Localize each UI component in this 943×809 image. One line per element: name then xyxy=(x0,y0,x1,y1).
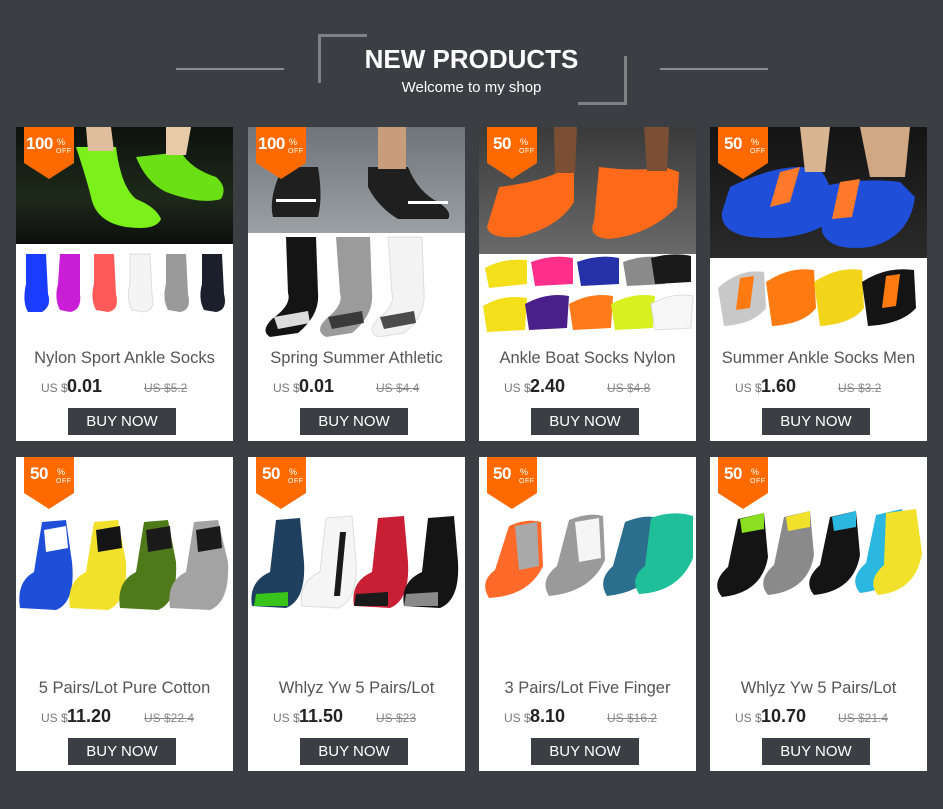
currency-label: US $ xyxy=(41,711,68,725)
product-name[interactable]: Summer Ankle Socks Men xyxy=(710,349,927,368)
original-price: US $5.2 xyxy=(144,381,188,395)
currency-label: US $ xyxy=(735,711,762,725)
price-row: US $ 11.50 US $23 xyxy=(248,706,465,728)
sale-price: 2.40 xyxy=(530,376,566,396)
buy-now-button[interactable]: BUY NOW xyxy=(68,738,176,765)
product-name[interactable]: Ankle Boat Socks Nylon xyxy=(479,349,696,368)
product-image[interactable]: 50 % OFF xyxy=(16,457,233,667)
original-price: US $21.4 xyxy=(838,711,889,725)
original-price: US $23 xyxy=(376,711,417,725)
product-image[interactable]: 100 % OFF xyxy=(248,127,465,337)
discount-badge: 50 % OFF xyxy=(718,457,768,509)
product-name[interactable]: Nylon Sport Ankle Socks xyxy=(16,349,233,368)
currency-label: US $ xyxy=(273,381,300,395)
section-subtitle: Welcome to my shop xyxy=(401,79,542,96)
original-price: US $4.8 xyxy=(607,381,651,395)
product-card[interactable]: 50 % OFF Summer Ankle Socks Men US $ 1.6… xyxy=(710,127,927,441)
discount-badge: 50 % OFF xyxy=(718,127,768,179)
discount-badge: 50 % OFF xyxy=(24,457,74,509)
sale-price: 1.60 xyxy=(761,376,797,396)
product-name[interactable]: Spring Summer Athletic xyxy=(248,349,465,368)
buy-now-button[interactable]: BUY NOW xyxy=(762,738,870,765)
section-title: NEW PRODUCTS xyxy=(364,44,579,74)
original-price: US $16.2 xyxy=(607,711,658,725)
price-row: US $ 1.60 US $3.2 xyxy=(710,376,927,398)
sale-price: 11.50 xyxy=(299,706,344,726)
product-name[interactable]: 3 Pairs/Lot Five Finger xyxy=(479,679,696,698)
discount-badge: 100 % OFF xyxy=(256,127,306,179)
product-card[interactable]: 50 % OFF Ankle Boat Socks Nylon US $ 2.4… xyxy=(479,127,696,441)
discount-badge: 100 % OFF xyxy=(24,127,74,179)
sale-price: 8.10 xyxy=(530,706,566,726)
discount-badge: 50 % OFF xyxy=(487,457,537,509)
product-name[interactable]: Whlyz Yw 5 Pairs/Lot xyxy=(710,679,927,698)
price-row: US $ 10.70 US $21.4 xyxy=(710,706,927,728)
original-price: US $3.2 xyxy=(838,381,882,395)
product-card[interactable]: 50 % OFF 5 Pairs/Lot Pure Cotton US $ 11… xyxy=(16,457,233,771)
currency-label: US $ xyxy=(41,381,68,395)
product-card[interactable]: 50 % OFF 3 Pairs/Lot Five Finger US $ 8.… xyxy=(479,457,696,771)
buy-now-button[interactable]: BUY NOW xyxy=(300,408,408,435)
original-price: US $4.4 xyxy=(376,381,420,395)
price-row: US $ 0.01 US $5.2 xyxy=(16,376,233,398)
product-image[interactable]: 50 % OFF xyxy=(248,457,465,667)
product-name[interactable]: Whlyz Yw 5 Pairs/Lot xyxy=(248,679,465,698)
buy-now-button[interactable]: BUY NOW xyxy=(300,738,408,765)
product-image[interactable]: 50 % OFF xyxy=(710,457,927,667)
product-image[interactable]: 100 % OFF xyxy=(16,127,233,337)
product-image[interactable]: 50 % OFF xyxy=(710,127,927,337)
sale-price: 11.20 xyxy=(67,706,112,726)
discount-badge: 50 % OFF xyxy=(487,127,537,179)
sale-price: 0.01 xyxy=(67,376,103,396)
sale-price: 10.70 xyxy=(761,706,807,726)
currency-label: US $ xyxy=(735,381,762,395)
currency-label: US $ xyxy=(504,711,531,725)
price-row: US $ 11.20 US $22.4 xyxy=(16,706,233,728)
price-row: US $ 2.40 US $4.8 xyxy=(479,376,696,398)
product-card[interactable]: 50 % OFF Whlyz Yw 5 Pairs/Lot US $ 10.70… xyxy=(710,457,927,771)
buy-now-button[interactable]: BUY NOW xyxy=(531,408,639,435)
product-card[interactable]: 100 % OFF Spring Summer Athletic US $ 0.… xyxy=(248,127,465,441)
original-price: US $22.4 xyxy=(144,711,195,725)
section-header: NEW PRODUCTS Welcome to my shop xyxy=(0,0,943,120)
product-name[interactable]: 5 Pairs/Lot Pure Cotton xyxy=(16,679,233,698)
product-image[interactable]: 50 % OFF xyxy=(479,127,696,337)
buy-now-button[interactable]: BUY NOW xyxy=(68,408,176,435)
price-row: US $ 8.10 US $16.2 xyxy=(479,706,696,728)
product-card[interactable]: 50 % OFF Whlyz Yw 5 Pairs/Lot US $ 11.50… xyxy=(248,457,465,771)
currency-label: US $ xyxy=(273,711,300,725)
discount-badge: 50 % OFF xyxy=(256,457,306,509)
buy-now-button[interactable]: BUY NOW xyxy=(762,408,870,435)
currency-label: US $ xyxy=(504,381,531,395)
product-card[interactable]: 100 % OFF Nylon Sport Ankle Socks US $ 0… xyxy=(16,127,233,441)
sale-price: 0.01 xyxy=(299,376,335,396)
price-row: US $ 0.01 US $4.4 xyxy=(248,376,465,398)
product-image[interactable]: 50 % OFF xyxy=(479,457,696,667)
buy-now-button[interactable]: BUY NOW xyxy=(531,738,639,765)
